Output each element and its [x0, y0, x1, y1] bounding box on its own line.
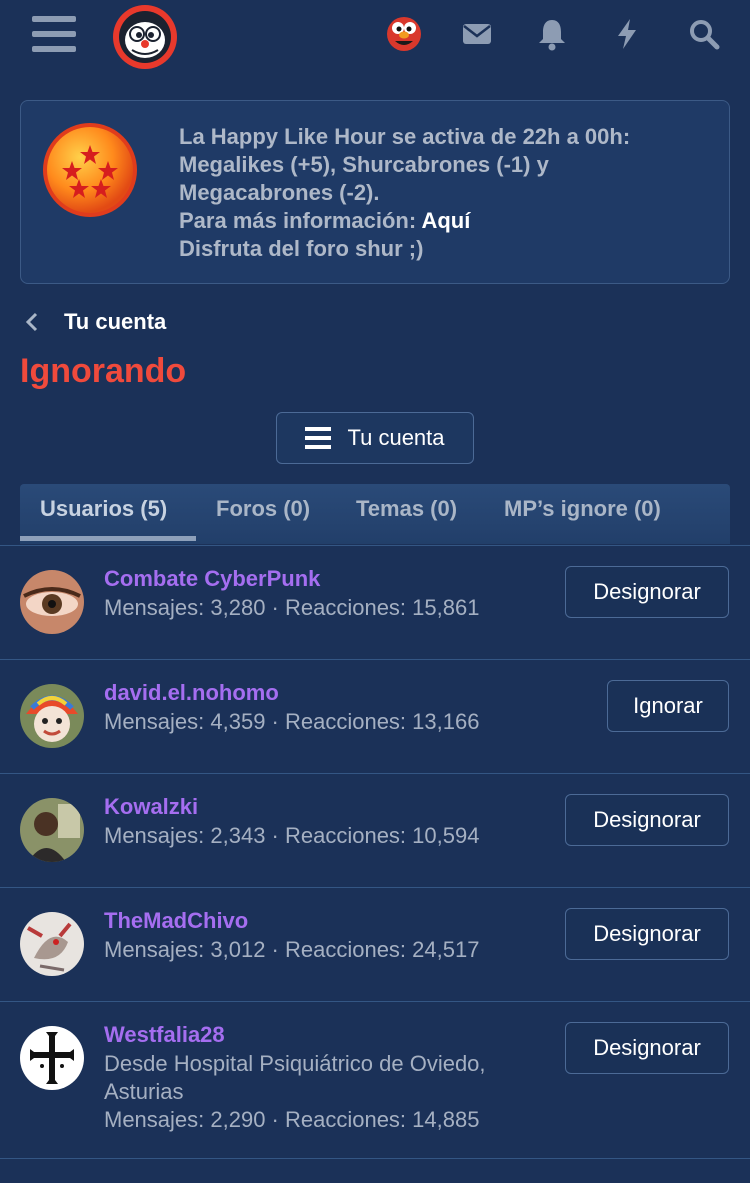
divider [0, 1158, 750, 1159]
notice-banner: La Happy Like Hour se activa de 22h a 00… [20, 100, 730, 284]
user-stats: Mensajes: 4,359 · Reacciones: 13,166 [104, 709, 480, 734]
user-stats: Mensajes: 2,290 · Reacciones: 14,885 [104, 1107, 480, 1132]
envelope-icon[interactable] [459, 16, 495, 52]
user-stats: Mensajes: 3,012 · Reacciones: 24,517 [104, 937, 480, 962]
ignore-tabs: Usuarios (5) Foros (0) Temas (0) MP’s ig… [20, 484, 730, 544]
avatar[interactable] [20, 684, 84, 748]
tab-temas[interactable]: Temas (0) [356, 496, 457, 522]
unignore-button[interactable]: Designorar [565, 566, 729, 618]
page-title: Ignorando [20, 352, 187, 390]
tab-usuarios[interactable]: Usuarios (5) [40, 496, 167, 522]
avatar[interactable] [20, 798, 84, 862]
tab-foros[interactable]: Foros (0) [216, 496, 310, 522]
list-item: Kowalzki Mensajes: 2,343 · Reacciones: 1… [0, 773, 750, 887]
notice-line: Disfruta del foro shur ;) [179, 236, 424, 261]
user-stats: Mensajes: 2,343 · Reacciones: 10,594 [104, 823, 480, 848]
active-tab-indicator [20, 536, 196, 541]
user-name[interactable]: Combate CyberPunk [104, 566, 320, 592]
notice-line: Megacabrones (-2). [179, 180, 380, 205]
list-item: Combate CyberPunk Mensajes: 3,280 · Reac… [0, 545, 750, 659]
top-bar [0, 0, 750, 72]
unignore-button[interactable]: Designorar [565, 1022, 729, 1074]
list-item: david.el.nohomo Mensajes: 4,359 · Reacci… [0, 659, 750, 773]
breadcrumb-label[interactable]: Tu cuenta [64, 309, 166, 335]
unignore-button[interactable]: Designorar [565, 794, 729, 846]
notice-line: La Happy Like Hour se activa de 22h a 00… [179, 124, 631, 149]
account-menu-label: Tu cuenta [347, 425, 445, 450]
notice-line-prefix: Para más información: [179, 208, 422, 233]
search-icon[interactable] [686, 16, 722, 52]
notice-text: La Happy Like Hour se activa de 22h a 00… [179, 123, 719, 263]
user-name[interactable]: Westfalia28 [104, 1022, 225, 1048]
site-logo[interactable] [112, 4, 178, 70]
tab-mps-ignore[interactable]: MP’s ignore (0) [504, 496, 661, 522]
avatar[interactable] [20, 1026, 84, 1090]
ignore-button[interactable]: Ignorar [607, 680, 729, 732]
bell-icon[interactable] [534, 16, 570, 52]
bolt-icon[interactable] [609, 16, 645, 52]
user-name[interactable]: david.el.nohomo [104, 680, 279, 706]
user-location: Desde Hospital Psiquiátrico de Oviedo, [104, 1051, 486, 1076]
avatar[interactable] [20, 570, 84, 634]
user-location: Asturias [104, 1079, 184, 1104]
avatar[interactable] [20, 912, 84, 976]
notice-info-link[interactable]: Aquí [421, 208, 470, 233]
menu-icon [305, 427, 332, 449]
list-item: TheMadChivo Mensajes: 3,012 · Reacciones… [0, 887, 750, 1001]
user-name[interactable]: Kowalzki [104, 794, 198, 820]
user-name[interactable]: TheMadChivo [104, 908, 248, 934]
breadcrumb[interactable]: Tu cuenta [24, 308, 166, 336]
chevron-left-icon [25, 312, 38, 332]
user-stats: Mensajes: 3,280 · Reacciones: 15,861 [104, 595, 480, 620]
unignore-button[interactable]: Designorar [565, 908, 729, 960]
list-item: Westfalia28 Desde Hospital Psiquiátrico … [0, 1001, 750, 1158]
notice-line: Megalikes (+5), Shurcabrones (-1) y [179, 152, 549, 177]
notice-line: Para más información: Aquí [179, 207, 719, 235]
menu-icon[interactable] [32, 16, 76, 56]
account-menu-button[interactable]: Tu cuenta [276, 412, 474, 464]
dragon-ball-icon [43, 123, 137, 217]
user-avatar[interactable] [386, 16, 422, 52]
